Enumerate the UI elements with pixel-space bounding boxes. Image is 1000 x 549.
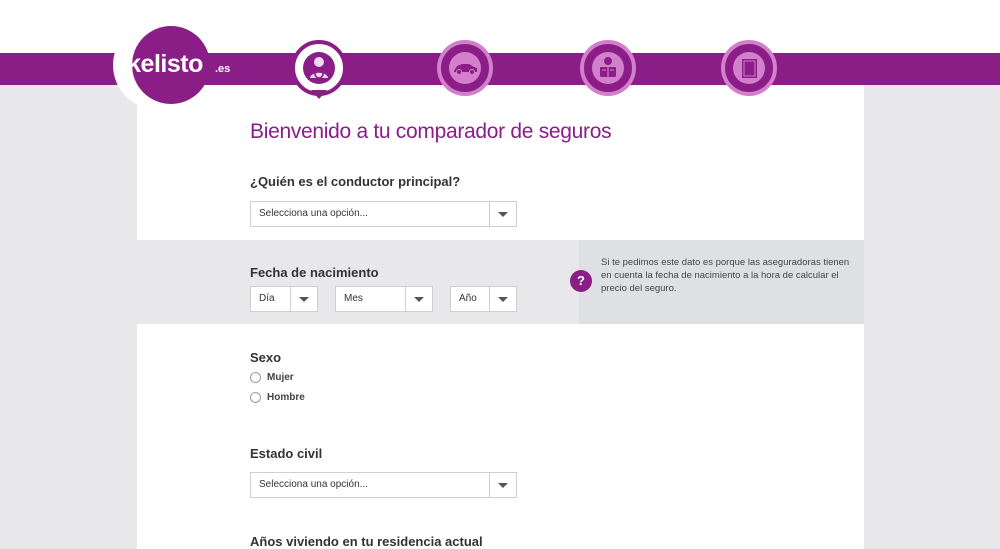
driver-select[interactable]: Selecciona una opción...: [250, 201, 517, 227]
radio-button[interactable]: [250, 392, 261, 403]
sex-option-hombre[interactable]: Hombre: [250, 392, 305, 403]
step-document[interactable]: [721, 40, 777, 96]
marital-select-value: Selecciona una opción...: [259, 479, 368, 490]
sex-option-mujer[interactable]: Mujer: [250, 372, 294, 383]
years-residence-label: Años viviendo en tu residencia actual: [250, 534, 483, 549]
day-select[interactable]: Día: [250, 286, 318, 312]
birthdate-label: Fecha de nacimiento: [250, 265, 379, 280]
driver-label: ¿Quién es el conductor principal?: [250, 174, 461, 189]
step-car[interactable]: [437, 40, 493, 96]
logo-suffix: .es: [215, 63, 231, 75]
logo[interactable]: kelisto .es: [113, 20, 230, 110]
day-select-value: Día: [259, 293, 275, 304]
step-person[interactable]: [580, 40, 636, 96]
car-icon: [449, 52, 481, 84]
radio-label: Mujer: [267, 372, 294, 383]
reading-person-icon: [592, 52, 624, 84]
chevron-down-icon[interactable]: [405, 287, 432, 311]
help-icon[interactable]: ?: [570, 270, 592, 292]
marital-select[interactable]: Selecciona una opción...: [250, 472, 517, 498]
logo-text: kelisto: [127, 50, 203, 78]
marital-label: Estado civil: [250, 446, 323, 461]
year-select[interactable]: Año: [450, 286, 517, 312]
step-driver[interactable]: [291, 40, 347, 96]
chevron-down-icon[interactable]: [290, 287, 317, 311]
radio-button[interactable]: [250, 372, 261, 383]
active-step-pointer: [311, 90, 327, 99]
birthdate-help-text: Si te pedimos este dato es porque las as…: [601, 257, 850, 294]
radio-label: Hombre: [267, 392, 305, 403]
year-select-value: Año: [459, 293, 477, 304]
chevron-down-icon[interactable]: [489, 473, 516, 497]
month-select-value: Mes: [344, 293, 363, 304]
sex-label: Sexo: [250, 350, 282, 365]
driver-select-value: Selecciona una opción...: [259, 208, 368, 219]
chevron-down-icon[interactable]: [489, 287, 516, 311]
driver-icon: [303, 52, 335, 84]
document-icon: [733, 52, 765, 84]
month-select[interactable]: Mes: [335, 286, 433, 312]
page-title: Bienvenido a tu comparador de seguros: [250, 120, 612, 143]
chevron-down-icon[interactable]: [489, 202, 516, 226]
